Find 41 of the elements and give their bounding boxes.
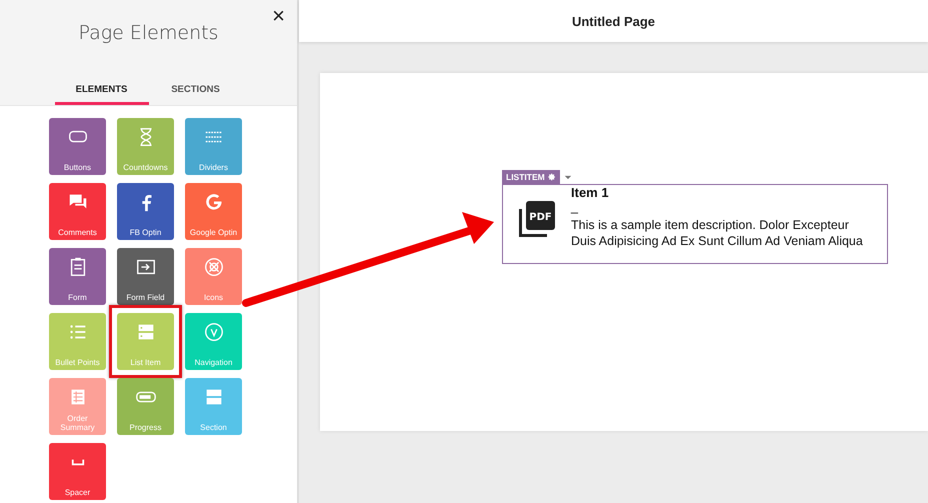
element-tile[interactable]: Form Field <box>117 248 174 305</box>
element-tile[interactable]: Dividers <box>185 118 242 175</box>
tile-label: Dividers <box>199 163 228 172</box>
tile-label: Progress <box>129 423 162 432</box>
element-tile[interactable]: Icons <box>185 248 242 305</box>
tile-label: Section <box>200 423 227 432</box>
element-tile[interactable]: Buttons <box>49 118 106 175</box>
element-tile[interactable]: Google Optin <box>185 183 242 240</box>
element-tile[interactable]: Comments <box>49 183 106 240</box>
close-button[interactable]: × <box>270 6 287 26</box>
element-tile[interactable]: Progress <box>117 378 174 435</box>
tile-label: Icons <box>204 293 224 302</box>
element-tile[interactable]: Form <box>49 248 106 305</box>
tab[interactable]: SECTIONS <box>148 84 242 105</box>
tile-label: Countdowns <box>123 163 168 172</box>
tile-label: Form Field <box>126 293 165 302</box>
caret-icon[interactable] <box>564 174 572 180</box>
item-title: Item 1 <box>571 185 610 201</box>
element-tile[interactable]: Countdowns <box>117 118 174 175</box>
tile-label: List Item <box>130 358 161 367</box>
element-tile[interactable]: FB Optin <box>117 183 174 240</box>
element-tile[interactable]: Section <box>185 378 242 435</box>
tile-label: Bullet Points <box>55 358 100 367</box>
gear-icon <box>548 173 556 181</box>
list-item-element[interactable]: PDF Item 1 _ This is a sample item description. Dolor Excepteur Duis Adipisicing Ad Ex Sunt Cillum Ad Veniam Aliqua <box>502 184 888 264</box>
tile-label: Order Summary <box>59 414 96 432</box>
tile-label: Navigation <box>194 358 232 367</box>
tab[interactable]: ELEMENTS <box>54 84 148 105</box>
tile-label: Spacer <box>64 488 90 497</box>
tile-label: Google Optin <box>190 228 238 237</box>
dash-text: _ <box>571 199 580 215</box>
item-description: This is a sample item description. Dolor Excepteur Duis Adipisicing Ad Ex Sunt Cillum Ad Veniam Aliqua <box>571 217 864 249</box>
tile-label: Comments <box>58 228 97 237</box>
tile-label: Form <box>68 293 87 302</box>
panel-title: Page Elements <box>78 22 218 44</box>
page-title: Untitled Page <box>572 14 656 28</box>
tile-label: FB Optin <box>130 228 162 237</box>
tile-label: Buttons <box>64 163 92 172</box>
element-tag[interactable]: LISTITEM <box>502 170 560 184</box>
element-tile[interactable]: Spacer <box>49 443 106 500</box>
element-tile[interactable]: Order Summary <box>49 378 106 435</box>
